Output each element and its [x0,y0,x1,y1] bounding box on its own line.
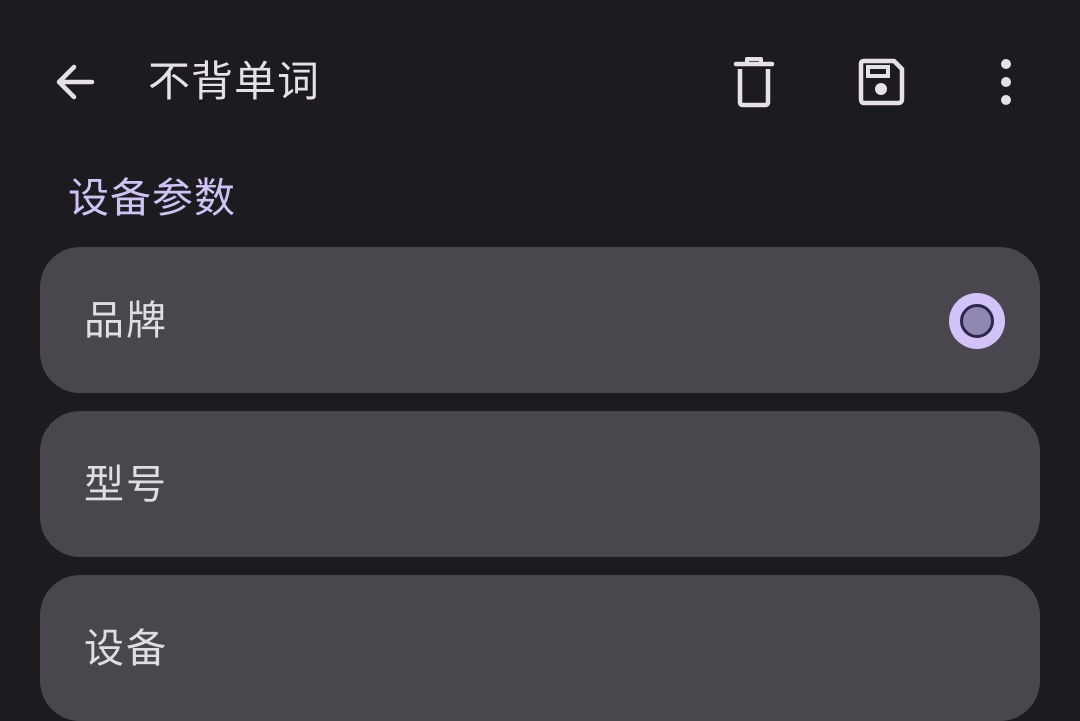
radio-dot [960,304,994,338]
brand-field[interactable]: 品牌 [40,247,1040,393]
more-options-button[interactable] [958,34,1054,130]
model-field[interactable]: 型号 [40,411,1040,557]
save-icon [858,58,905,106]
field-label: 型号 [84,462,168,508]
more-vert-icon [1001,59,1011,105]
delete-button[interactable] [706,34,802,130]
field-label: 品牌 [84,298,168,344]
page-title: 不背单词 [148,57,321,106]
field-label: 设备 [84,626,168,672]
device-field[interactable]: 设备 [40,575,1040,721]
save-button[interactable] [833,34,929,130]
section-title: 设备参数 [68,174,236,222]
trash-icon [733,57,775,108]
radio-button[interactable] [949,293,1005,349]
back-button[interactable] [26,34,122,130]
arrow-left-icon [56,64,95,100]
top-app-bar: 不背单词 [0,0,1080,164]
